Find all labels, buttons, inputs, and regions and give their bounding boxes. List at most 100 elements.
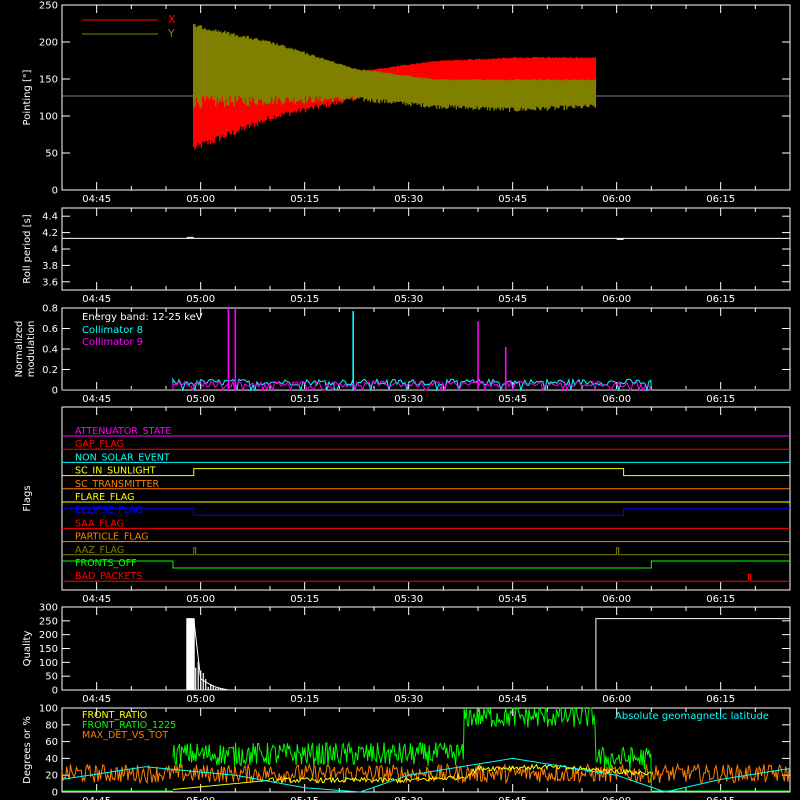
flag-eclipse_flag: ECLIPSE_FLAG xyxy=(62,505,790,516)
x-tick-label: 05:00 xyxy=(186,294,215,305)
x-tick-label: 05:00 xyxy=(186,394,215,405)
plot-frame xyxy=(61,207,791,291)
y-tick-label: 0.2 xyxy=(42,365,58,376)
flag-sc_in_sunlight: SC_IN_SUNLIGHT xyxy=(62,466,790,477)
y-axis-label-line: modulation xyxy=(26,321,37,378)
x-tick-label: 04:45 xyxy=(82,194,111,205)
y-axis-label: Flags xyxy=(22,485,33,511)
x-tick-label: 06:00 xyxy=(602,594,631,605)
flag-label: ATTENUATOR_STATE xyxy=(75,426,171,437)
y-tick-label: 0 xyxy=(52,788,58,799)
x-tick-label: 06:15 xyxy=(706,796,735,800)
x-tick-label: 06:15 xyxy=(706,594,735,605)
quality-block xyxy=(186,618,195,690)
flag-saa_flag: SAA_FLAG xyxy=(62,518,790,529)
plot-frame xyxy=(61,606,791,691)
y-tick-label: 250 xyxy=(39,1,58,12)
x-tick-label: 06:00 xyxy=(602,796,631,800)
x-tick-label: 05:15 xyxy=(290,594,319,605)
panel-3: 04:45 05:00 05:15 05:30 05:45 06:00 06:15 0 0.2 0… xyxy=(14,304,791,405)
legend-label: Y xyxy=(167,27,175,40)
flag-saa_flag_alt: GAP_FLAG xyxy=(62,439,790,450)
y-tick-label: 4 xyxy=(52,245,58,256)
x-tick-label: 05:15 xyxy=(290,694,319,705)
flag-bad_packets: BAD_PACKETS xyxy=(62,571,790,582)
x-tick-label: 05:30 xyxy=(394,694,423,705)
y-axis-label: Pointing ["] xyxy=(22,69,33,125)
y-tick-label: 4.4 xyxy=(42,212,58,223)
x-tick-label: 05:15 xyxy=(290,796,319,800)
series-path xyxy=(172,379,652,392)
x-tick-label: 05:30 xyxy=(394,294,423,305)
y-tick-label: 20 xyxy=(45,771,58,782)
flag-label: FRONTS_OFF xyxy=(75,558,137,569)
x-tick-label: 05:45 xyxy=(498,394,527,405)
legend-label: MAX_DET_VS_TOT xyxy=(82,730,168,741)
y-tick-label: 0 xyxy=(52,386,58,397)
x-tick-label: 06:15 xyxy=(706,294,735,305)
y-tick-label: 200 xyxy=(39,630,58,641)
flag-particle_flag: PARTICLE_FLAG xyxy=(62,532,790,543)
legend-label: X xyxy=(168,13,176,26)
flag-non_solar_event: NON_SOLAR_EVENT xyxy=(62,452,790,463)
energy-band-annotation: Energy band: 12-25 keV xyxy=(82,312,203,323)
rhessi-summary-figure: 04:45 05:00 05:15 05:30 05:45 06:00 06:15 0 50 10… xyxy=(14,1,791,800)
x-tick-label: 05:00 xyxy=(186,194,215,205)
x-tick-label: 05:00 xyxy=(186,594,215,605)
x-tick-label: 04:45 xyxy=(82,594,111,605)
legend-label: Collimator 9 xyxy=(82,337,143,348)
panel-1: 04:45 05:00 05:15 05:30 05:45 06:00 06:15 0 50 10… xyxy=(22,1,791,205)
flag-label: NON_SOLAR_EVENT xyxy=(75,452,170,463)
x-tick-label: 05:30 xyxy=(394,394,423,405)
series-collimator-8 xyxy=(172,311,652,392)
series-max-det-vs-tot xyxy=(61,762,790,785)
x-tick-label: 05:45 xyxy=(498,594,527,605)
y-tick-label: 0.8 xyxy=(42,304,58,315)
flag-line xyxy=(62,547,790,556)
y-tick-label: 0.4 xyxy=(42,345,58,356)
x-tick-label: 05:15 xyxy=(290,294,319,305)
y-tick-label: 0 xyxy=(52,686,58,697)
y-tick-label: 80 xyxy=(45,720,58,731)
flag-flare_flag: FLARE_FLAG xyxy=(62,492,790,503)
flag-label: PARTICLE_FLAG xyxy=(75,532,148,543)
y-tick-label: 250 xyxy=(39,616,58,627)
y-tick-label: 0.6 xyxy=(42,324,58,335)
flag-sc_transmitter: SC_TRANSMITTER xyxy=(62,479,790,490)
x-tick-label: 04:45 xyxy=(82,694,111,705)
series-collimator-9 xyxy=(172,308,652,392)
flag-label: SC_IN_SUNLIGHT xyxy=(75,466,156,477)
x-tick-label: 06:15 xyxy=(706,394,735,405)
flag-label: SAA_FLAG xyxy=(75,518,124,529)
y-tick-label: 200 xyxy=(39,38,58,49)
y-tick-label: 100 xyxy=(39,658,58,669)
flag-fronts_off: FRONTS_OFF xyxy=(62,558,790,569)
flag-line xyxy=(62,468,790,477)
legend-label: Collimator 8 xyxy=(82,325,143,336)
y-tick-label: 150 xyxy=(39,75,58,86)
panel-2: 04:45 05:00 05:15 05:30 05:45 06:00 06:15 3.6 3.… xyxy=(22,207,791,305)
flag-label: BAD_PACKETS xyxy=(75,571,142,582)
y-axis-label: Quality xyxy=(22,631,33,667)
panel-4: 04:45 05:00 05:15 05:30 05:45 06:00 06:15 Flags… xyxy=(22,406,791,605)
x-tick-label: 06:00 xyxy=(602,694,631,705)
x-tick-label: 04:45 xyxy=(82,394,111,405)
y-tick-label: 300 xyxy=(39,603,58,614)
x-tick-label: 05:45 xyxy=(498,796,527,800)
flag-label: SC_TRANSMITTER xyxy=(75,479,160,490)
x-tick-label: 05:45 xyxy=(498,694,527,705)
y-tick-label: 100 xyxy=(39,112,58,123)
y-axis-label: Degrees or % xyxy=(22,716,33,784)
x-tick-label: 05:30 xyxy=(394,594,423,605)
y-tick-label: 100 xyxy=(39,704,58,715)
x-tick-label: 05:45 xyxy=(498,294,527,305)
y-tick-label: 0 xyxy=(52,186,58,197)
y-tick-label: 3.6 xyxy=(42,277,58,288)
x-tick-label: 05:15 xyxy=(290,194,319,205)
y-tick-label: 4.2 xyxy=(42,228,58,239)
x-tick-label: 05:30 xyxy=(394,194,423,205)
x-tick-label: 05:45 xyxy=(498,194,527,205)
panel-5: 04:45 05:00 05:15 05:30 05:45 06:00 06:15 0 50 10… xyxy=(22,603,791,705)
y-tick-label: 150 xyxy=(39,644,58,655)
y-tick-label: 3.8 xyxy=(42,261,58,272)
